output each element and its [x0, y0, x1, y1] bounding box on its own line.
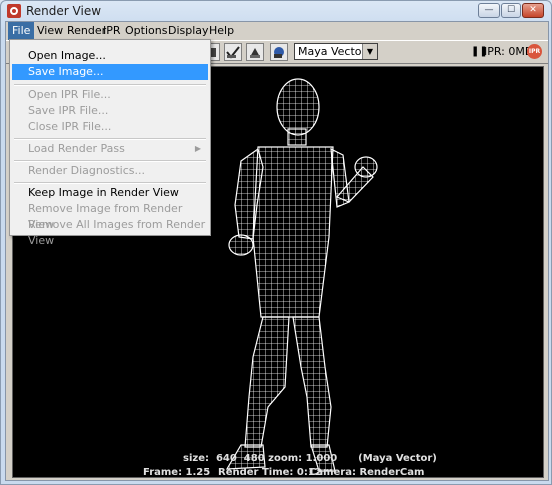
menu-item-remove-all-images[interactable]: Remove All Images from Render View — [12, 217, 208, 247]
ipr-badge-icon[interactable]: IPR — [527, 44, 542, 59]
camera-select[interactable]: Maya Vector ▼ — [294, 43, 378, 60]
menu-file[interactable]: File — [8, 22, 35, 40]
maya-app-icon — [7, 4, 21, 18]
close-button[interactable]: ✕ — [522, 3, 544, 18]
menu-help[interactable]: Help — [205, 22, 238, 40]
keep-image-icon[interactable] — [224, 43, 242, 61]
menu-item-remove-image[interactable]: Remove Image from Render View — [12, 201, 208, 231]
menu-item-save-ipr-file[interactable]: Save IPR File... — [12, 103, 208, 119]
file-menu-dropdown: Open Image... Save Image... Open IPR Fil… — [9, 39, 211, 247]
menu-item-load-render-pass[interactable]: Load Render Pass ▶ — [12, 141, 208, 157]
title-bar[interactable]: Render View — ☐ ✕ — [1, 1, 551, 21]
menu-item-close-ipr-file[interactable]: Close IPR File... — [12, 119, 208, 135]
render-camera-icon[interactable] — [270, 43, 288, 61]
window-title: Render View — [26, 4, 102, 18]
remove-image-icon[interactable] — [246, 43, 264, 61]
menu-item-open-image[interactable]: Open Image... — [12, 48, 208, 64]
menu-item-render-diagnostics[interactable]: Render Diagnostics... — [12, 163, 208, 179]
menu-view[interactable]: View — [33, 22, 67, 40]
menu-item-open-ipr-file[interactable]: Open IPR File... — [12, 87, 208, 103]
menu-separator — [14, 84, 206, 86]
menu-separator — [14, 182, 206, 184]
camera-info: Camera: RenderCam — [309, 467, 425, 478]
menu-separator — [14, 138, 206, 140]
submenu-arrow-icon: ▶ — [194, 144, 201, 153]
minimize-button[interactable]: — — [478, 3, 500, 18]
maximize-button[interactable]: ☐ — [501, 3, 521, 18]
camera-select-value: Maya Vector — [298, 45, 367, 58]
menu-item-load-render-pass-label: Load Render Pass — [28, 142, 125, 155]
menu-bar: File View Render IPR Options Display Hel… — [6, 22, 548, 40]
render-size-info: size: 640 480 zoom: 1.000 (Maya Vector) — [183, 453, 437, 464]
menu-item-keep-image[interactable]: Keep Image in Render View — [12, 185, 208, 201]
menu-separator — [14, 160, 206, 162]
render-time-info: Render Time: 0:12 — [218, 467, 322, 478]
menu-item-save-image[interactable]: Save Image... — [12, 64, 208, 80]
chevron-down-icon: ▼ — [362, 44, 377, 59]
ipr-memory-status: IPR: 0MB — [484, 45, 533, 58]
frame-info: Frame: 1.25 — [143, 467, 211, 478]
render-view-window: Render View — ☐ ✕ File View Render IPR O… — [0, 0, 552, 485]
